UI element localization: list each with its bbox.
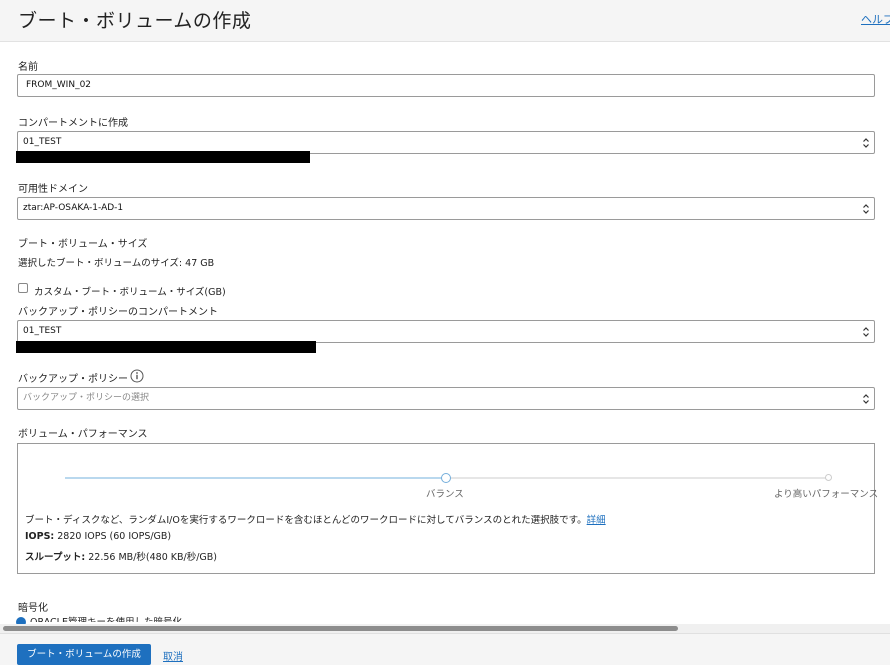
performance-slider-stop-high[interactable]	[825, 474, 832, 481]
volume-performance-label: ボリューム・パフォーマンス	[18, 429, 148, 440]
custom-size-checkbox[interactable]	[18, 283, 28, 293]
compartment-label: コンパートメントに作成	[18, 118, 128, 129]
throughput-line: スループット: 22.56 MB/秒(480 KB/秒/GB)	[25, 549, 217, 563]
availability-domain-value: ztar:AP-OSAKA-1-AD-1	[23, 203, 124, 213]
performance-description: ブート・ディスクなど、ランダムI/Oを実行するワークロードを含むほとんどのワーク…	[25, 512, 606, 526]
availability-domain-label: 可用性ドメイン	[18, 184, 88, 195]
footer-bar: ブート・ボリュームの作成 取消	[0, 633, 890, 665]
iops-label: IOPS:	[25, 531, 55, 542]
iops-line: IOPS: 2820 IOPS (60 IOPS/GB)	[25, 531, 171, 542]
compartment-select-value: 01_TEST	[23, 137, 62, 147]
name-input-value: FROM_WIN_02	[26, 80, 92, 90]
page-title: ブート・ボリュームの作成	[18, 10, 252, 32]
help-link[interactable]: ヘルプ	[861, 11, 890, 27]
cancel-link[interactable]: 取消	[163, 648, 183, 663]
redacted-block	[16, 151, 310, 163]
chevron-updown-icon	[863, 138, 869, 148]
selected-size-text: 選択したブート・ボリュームのサイズ: 47 GB	[18, 258, 215, 269]
page-header: ブート・ボリュームの作成 ヘルプ	[0, 0, 890, 42]
name-input[interactable]: FROM_WIN_02	[17, 74, 875, 97]
info-icon[interactable]	[130, 369, 144, 383]
backup-policy-select[interactable]: バックアップ・ポリシーの選択	[17, 387, 875, 410]
chevron-updown-icon	[863, 204, 869, 214]
encryption-label: 暗号化	[18, 603, 48, 614]
boot-volume-size-label: ブート・ボリューム・サイズ	[18, 239, 148, 250]
level-balanced-label: バランス	[426, 489, 464, 500]
throughput-value: 22.56 MB/秒(480 KB/秒/GB)	[88, 552, 217, 563]
performance-slider-handle[interactable]	[441, 473, 451, 483]
availability-domain-select[interactable]: ztar:AP-OSAKA-1-AD-1	[17, 197, 875, 220]
level-higher-label: より高いパフォーマンス	[774, 489, 879, 500]
backup-policy-compartment-select[interactable]: 01_TEST	[17, 320, 875, 343]
create-boot-volume-button[interactable]: ブート・ボリュームの作成	[17, 644, 151, 665]
encryption-option-label: ORACLE管理キーを使用した暗号化	[30, 614, 182, 622]
performance-description-text: ブート・ディスクなど、ランダムI/Oを実行するワークロードを含むほとんどのワーク…	[25, 515, 587, 526]
backup-policy-compartment-value: 01_TEST	[23, 326, 62, 336]
name-label: 名前	[18, 62, 38, 73]
iops-value: 2820 IOPS (60 IOPS/GB)	[57, 531, 172, 542]
chevron-updown-icon	[863, 327, 869, 337]
performance-slider-fill	[65, 477, 446, 479]
volume-performance-panel: バランス より高いパフォーマンス ブート・ディスクなど、ランダムI/Oを実行する…	[17, 443, 879, 574]
custom-size-label: カスタム・ブート・ボリューム・サイズ(GB)	[34, 287, 226, 298]
backup-policy-placeholder: バックアップ・ポリシーの選択	[23, 393, 150, 403]
horizontal-scrollbar[interactable]	[0, 624, 890, 633]
scrollbar-thumb[interactable]	[3, 626, 678, 631]
throughput-label: スループット:	[25, 552, 86, 563]
backup-policy-compartment-label: バックアップ・ポリシーのコンパートメント	[18, 307, 218, 318]
chevron-updown-icon	[863, 394, 869, 404]
backup-policy-label: バックアップ・ポリシー	[18, 374, 128, 385]
details-link[interactable]: 詳細	[587, 515, 606, 526]
redacted-block	[16, 341, 316, 353]
